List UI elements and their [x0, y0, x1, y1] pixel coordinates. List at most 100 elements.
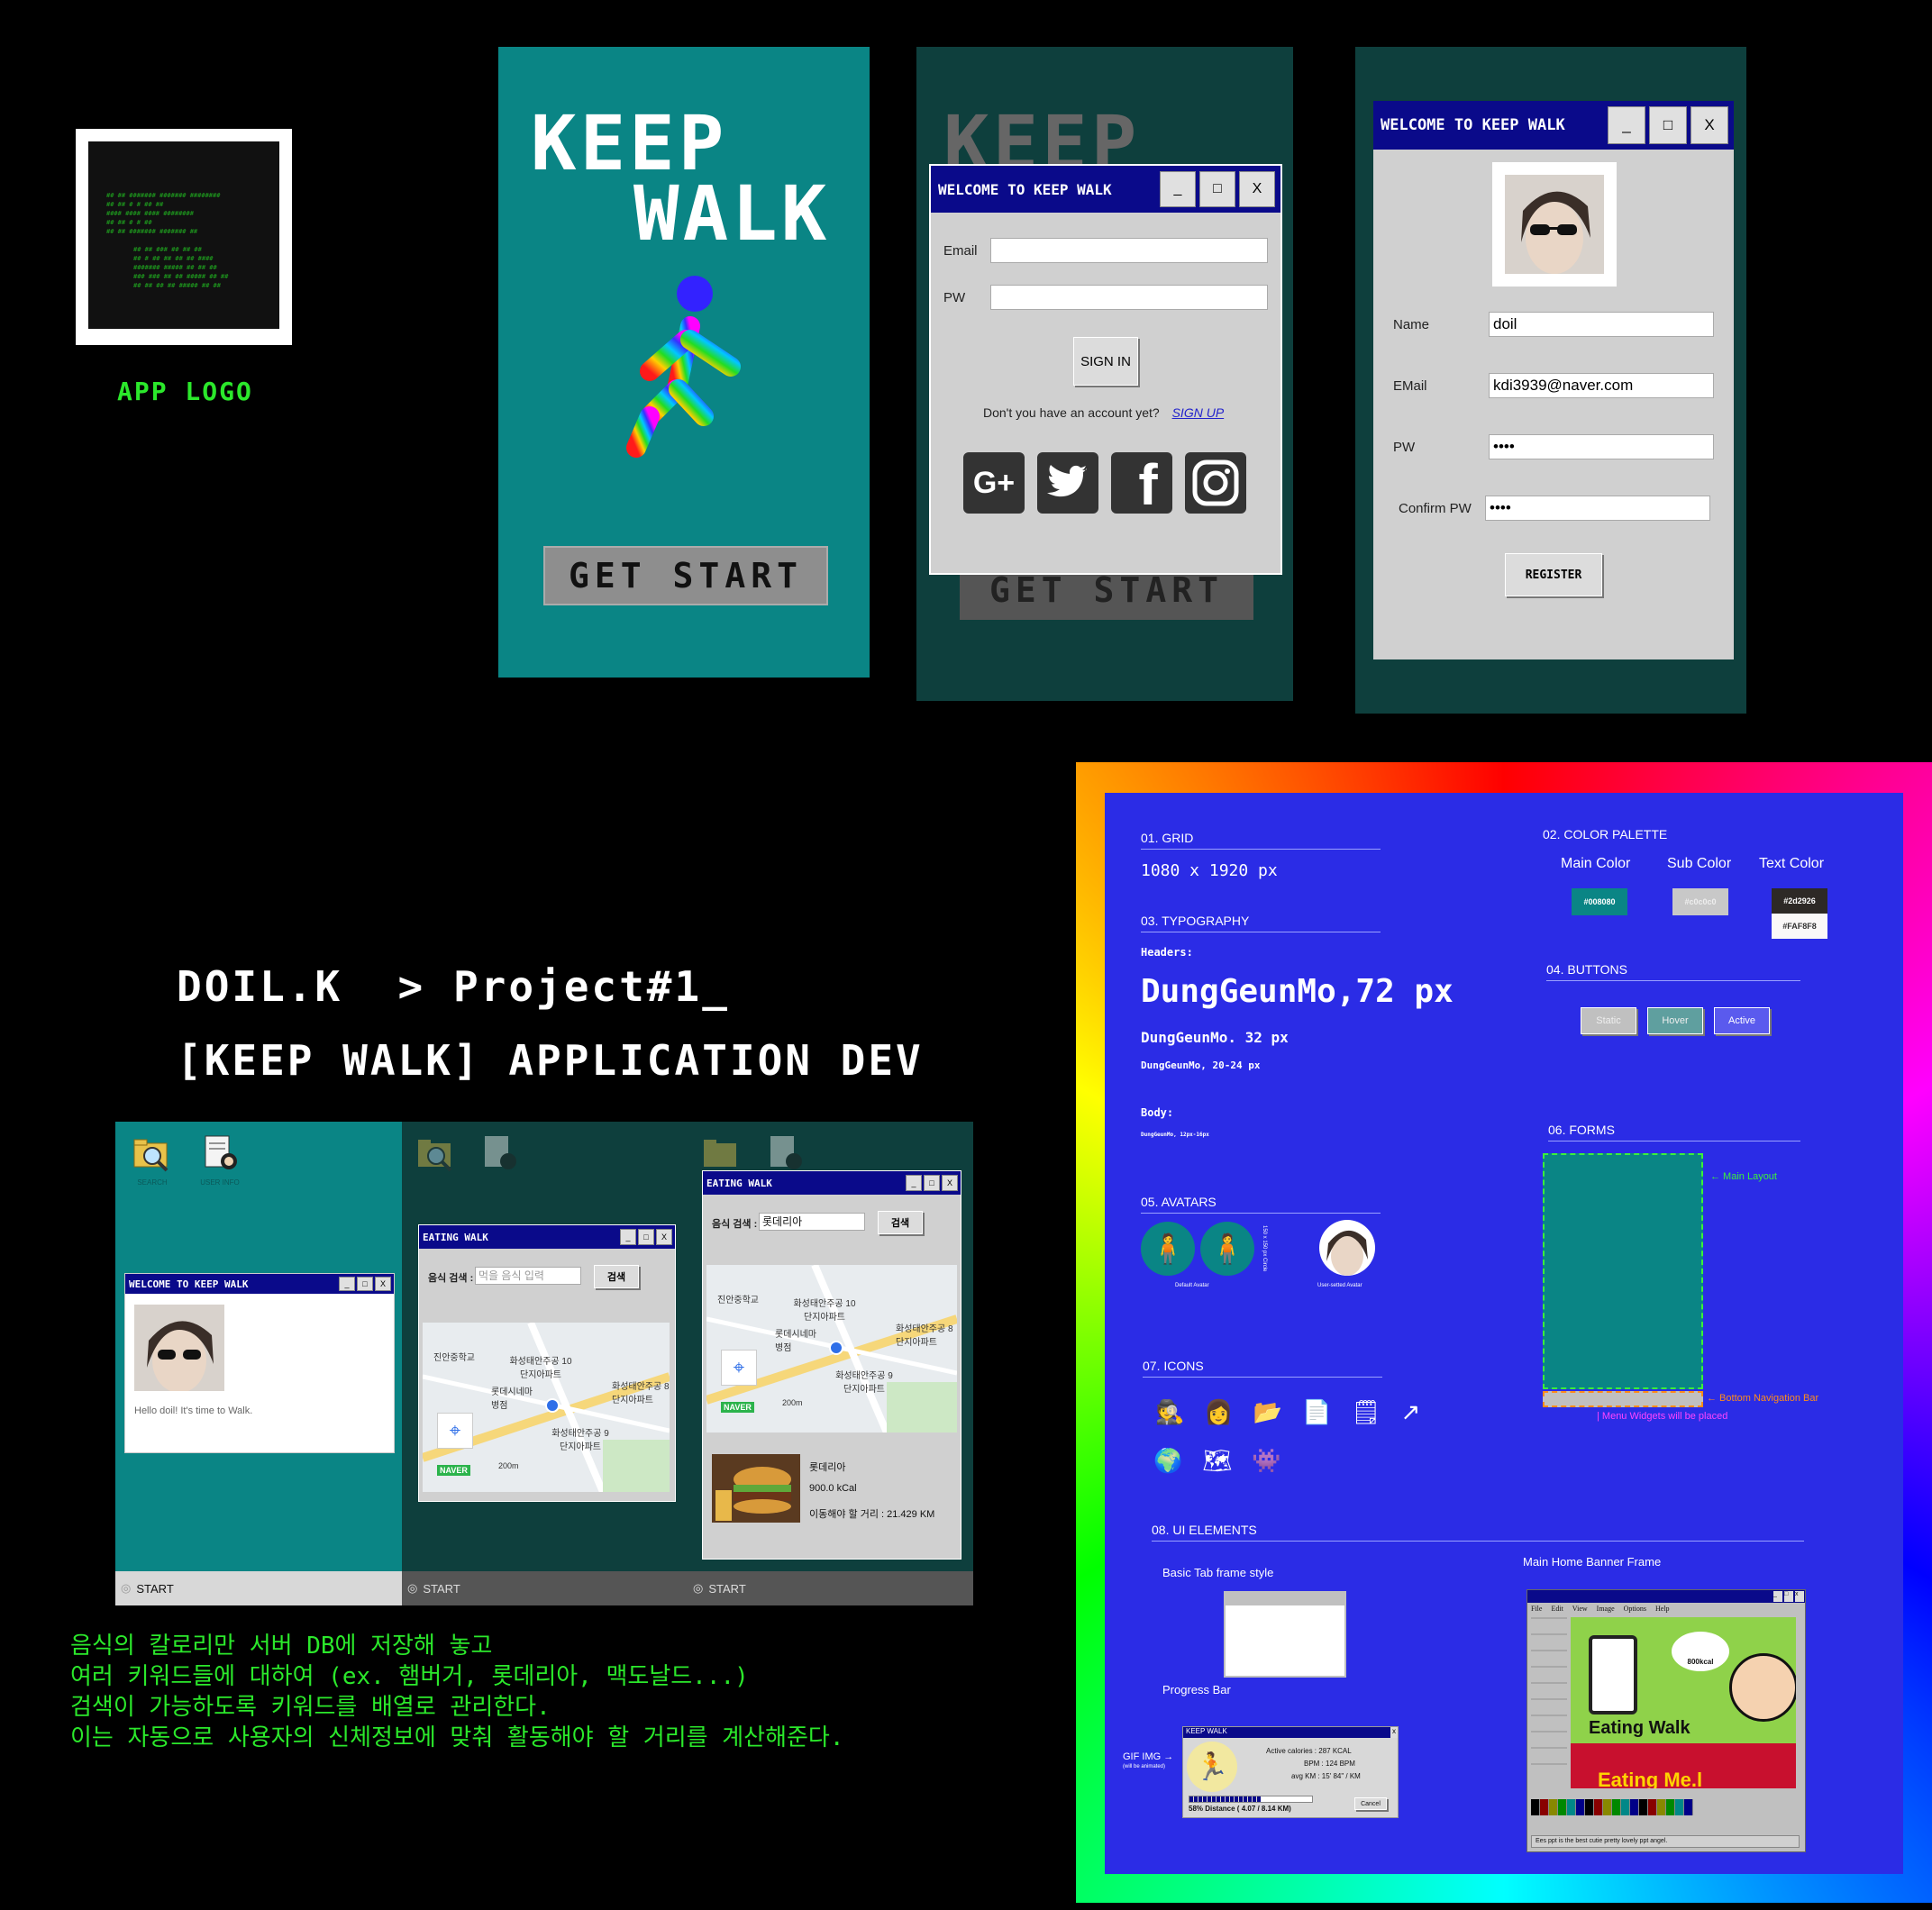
grid-section-title: 01. GRID [1141, 831, 1381, 850]
welcome-window: WELCOME TO KEEP WALK _ □ X Hello doil! It'… [124, 1273, 395, 1453]
eating-window-titlebar: EATING WALK _ □ X [703, 1171, 961, 1195]
minimize-button[interactable]: _ [1160, 171, 1196, 207]
form-bottom-nav-note: ← Bottom Navigation Bar [1707, 1393, 1819, 1404]
close-icon[interactable]: x [1390, 1727, 1398, 1738]
menu-edit[interactable]: Edit [1551, 1605, 1563, 1613]
maximize-button[interactable]: □ [1199, 171, 1235, 207]
menu-help[interactable]: Help [1655, 1605, 1670, 1613]
minimize-button[interactable]: _ [620, 1229, 636, 1245]
food-search-button[interactable]: 검색 [878, 1211, 923, 1234]
name-field[interactable]: doil [1489, 312, 1714, 337]
cancel-button[interactable]: Cancel [1354, 1797, 1387, 1810]
locate-me-button[interactable]: ⌖ [437, 1413, 473, 1449]
static-button-sample[interactable]: Static [1581, 1007, 1636, 1034]
welcome-avatar [134, 1305, 224, 1391]
paint-titlebar: _ □ x [1527, 1590, 1805, 1603]
folder-search-icon: 📂 [1253, 1398, 1283, 1425]
start-button[interactable]: START [136, 1582, 173, 1596]
menu-options[interactable]: Options [1624, 1605, 1646, 1613]
map-view[interactable]: 진안중학교 화성태안주공 10단지아파트 롯데시네마 병점 화성태안주공 8단지… [706, 1265, 957, 1432]
maximize-button[interactable]: □ [357, 1277, 373, 1291]
start-button[interactable]: START [423, 1582, 460, 1596]
hover-button-sample[interactable]: Hover [1647, 1007, 1703, 1034]
eating-window-titlebar: EATING WALK _ □ X [419, 1225, 675, 1249]
facebook-icon[interactable]: f [1111, 452, 1172, 514]
get-start-button[interactable]: GET START [543, 546, 828, 605]
sign-up-link[interactable]: SIGN UP [1172, 405, 1225, 420]
text-color-swatch-light: #FAF8F8 [1772, 914, 1827, 939]
avatars-section-title: 05. AVATARS [1141, 1195, 1381, 1214]
close-button[interactable]: X [375, 1277, 391, 1291]
splash-title-walk: WALK [633, 169, 831, 258]
project-subheading: [KEEP WALK] APPLICATION DEV [177, 1036, 924, 1085]
minimize-button[interactable]: _ [1608, 106, 1645, 144]
sub-color-label: Sub Color [1667, 856, 1732, 871]
result-kcal: 900.0 kCal [809, 1483, 857, 1494]
minimize-button[interactable]: _ [1773, 1591, 1782, 1602]
close-button[interactable]: X [656, 1229, 672, 1245]
start-button[interactable]: START [708, 1582, 745, 1596]
note-line: 검색이 가능하도록 키워드를 배열로 관리한다. [70, 1694, 551, 1721]
minimize-button[interactable]: _ [906, 1175, 922, 1191]
progress-fill [1189, 1796, 1261, 1802]
desktop-icon-user-info[interactable]: USER INFO [193, 1134, 247, 1187]
progress-window-title: KEEP WALK [1186, 1727, 1227, 1735]
user-info-icon: 👩 [1204, 1398, 1234, 1425]
eating-window: EATING WALK _ □ X 음식 검색 : 먹을 음식 입력 검색 진안중학… [418, 1224, 676, 1502]
food-search-input[interactable]: 롯데리아 [759, 1213, 865, 1231]
eating-result-window: EATING WALK _ □ X 음식 검색 : 롯데리아 검색 진안중학교 화성… [702, 1170, 961, 1560]
user-avatar[interactable] [1492, 162, 1617, 286]
menu-image[interactable]: Image [1597, 1605, 1615, 1613]
forms-section-title: 06. FORMS [1548, 1123, 1800, 1141]
login-window-title: WELCOME TO KEEP WALK [938, 180, 1112, 198]
maximize-button[interactable]: □ [924, 1175, 940, 1191]
tab-frame-sample [1224, 1591, 1346, 1678]
active-calories: Active calories : 287 KCAL [1266, 1747, 1352, 1755]
no-account-text: Don't you have an account yet? SIGN UP [983, 405, 1224, 420]
desktop-icon-search[interactable]: SEARCH [130, 1134, 175, 1187]
pw-field[interactable]: •••• [1489, 434, 1714, 459]
google-plus-icon[interactable]: G+ [963, 452, 1025, 514]
menu-view[interactable]: View [1572, 1605, 1588, 1613]
maximize-button[interactable]: □ [1649, 106, 1687, 144]
email-label: EMail [1393, 378, 1427, 394]
result-distance: 이동해야 할 거리 : 21.429 KM [809, 1509, 935, 1520]
active-button-sample[interactable]: Active [1714, 1007, 1770, 1034]
close-button[interactable]: X [1239, 171, 1275, 207]
confirm-pw-field[interactable]: •••• [1485, 496, 1710, 521]
email-field[interactable]: kdi3939@naver.com [1489, 373, 1714, 398]
twitter-icon[interactable] [1037, 452, 1098, 514]
map-scale: 200m [782, 1398, 803, 1407]
food-search-input[interactable]: 먹을 음식 입력 [475, 1267, 581, 1285]
register-button[interactable]: REGISTER [1505, 553, 1602, 596]
sub-color-swatch: #c0c0c0 [1672, 888, 1728, 915]
icon-row-2: 🌍 🗺 👾 [1153, 1447, 1281, 1475]
svg-text:### ### ## ## ##### ## ##: ### ### ## ## ##### ## ## [133, 273, 229, 280]
maximize-button[interactable]: □ [1784, 1591, 1793, 1602]
close-button[interactable]: x [1795, 1591, 1804, 1602]
default-avatar-girl: 🧍 [1200, 1222, 1254, 1276]
maximize-button[interactable]: □ [638, 1229, 654, 1245]
locate-me-button[interactable]: ⌖ [721, 1350, 757, 1386]
close-button[interactable]: X [1690, 106, 1728, 144]
close-button[interactable]: X [942, 1175, 958, 1191]
instagram-icon[interactable] [1185, 452, 1246, 514]
map-label: 화성태안주공 8단지아파트 [896, 1324, 953, 1348]
email-field[interactable] [990, 238, 1268, 263]
map-view[interactable]: 진안중학교 화성태안주공 10단지아파트 롯데시네마 병점 화성태안주공 8단지… [423, 1323, 670, 1492]
menu-file[interactable]: File [1531, 1605, 1542, 1613]
sign-in-button[interactable]: SIGN IN [1073, 337, 1138, 386]
tab-frame-label: Basic Tab frame style [1162, 1566, 1274, 1579]
register-window-title: WELCOME TO KEEP WALK [1381, 116, 1565, 134]
pw-field[interactable] [990, 285, 1268, 310]
pixel-creature-icon: 👾 [1252, 1447, 1281, 1474]
globe-icon: 🌍 [1153, 1447, 1183, 1474]
icons-section-title: 07. ICONS [1143, 1359, 1382, 1378]
eating-search-screen: EATING WALK _ □ X 음식 검색 : 먹을 음식 입력 검색 진안중학… [402, 1122, 688, 1605]
map-scale: 200m [498, 1461, 519, 1470]
user-avatar-sample [1319, 1220, 1375, 1276]
food-search-button[interactable]: 검색 [594, 1265, 639, 1288]
progress-bar [1189, 1796, 1313, 1803]
minimize-button[interactable]: _ [339, 1277, 355, 1291]
map-label: 화성태안주공 10단지아파트 [509, 1357, 572, 1380]
